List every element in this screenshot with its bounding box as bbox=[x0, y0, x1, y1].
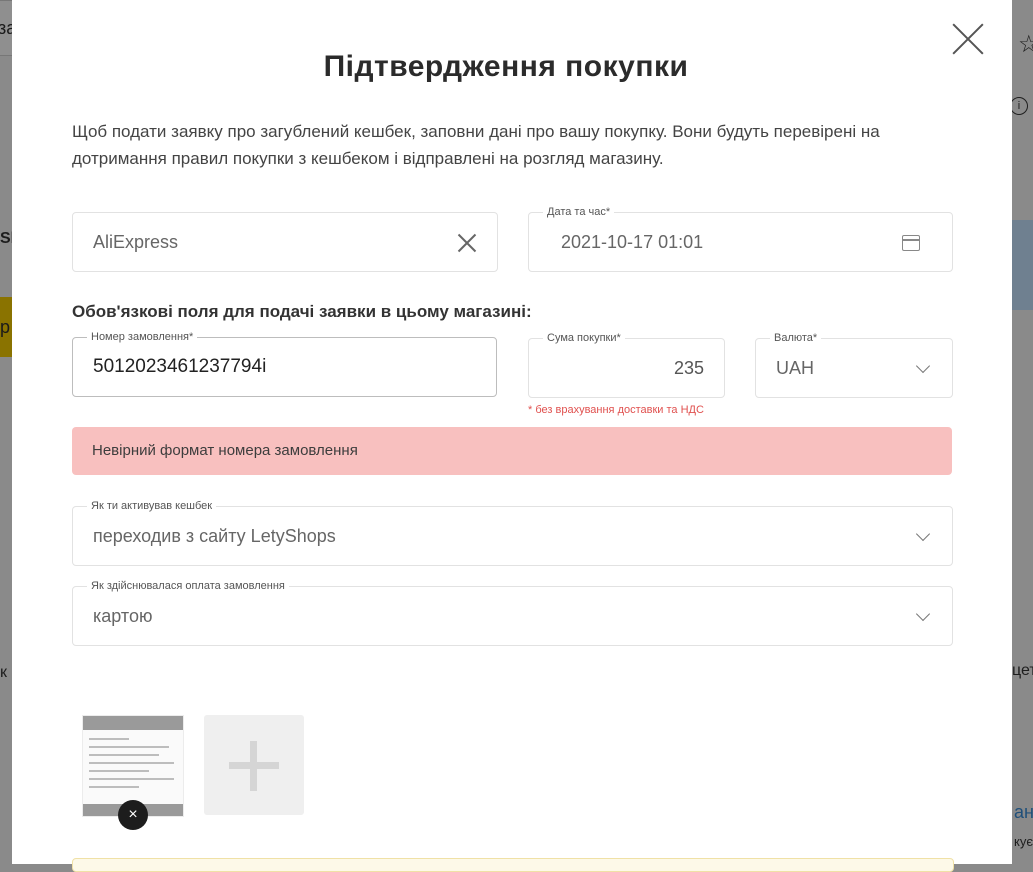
datetime-value: 2021-10-17 01:01 bbox=[561, 232, 704, 252]
amount-value: 235 bbox=[673, 358, 704, 378]
remove-attachment-icon[interactable]: × bbox=[118, 800, 148, 830]
calendar-icon[interactable] bbox=[902, 235, 920, 251]
modal-title: Підтвердження покупки bbox=[323, 50, 689, 83]
modal-intro: Щоб подати заявку про загублений кешбек,… bbox=[72, 122, 880, 168]
info-icon: i bbox=[1010, 97, 1028, 115]
clear-store-icon[interactable] bbox=[457, 233, 477, 253]
payment-select[interactable]: Як здійснювалася оплата замовлення карто… bbox=[72, 579, 953, 646]
background-button: р bbox=[0, 297, 12, 357]
required-fields-heading: Обов'язкові поля для подачі заявки в цьо… bbox=[72, 302, 532, 321]
activation-value: переходив з сайту LetyShops bbox=[93, 526, 336, 546]
store-field[interactable]: AliExpress bbox=[72, 212, 498, 272]
order-number-value: 5012023461237794i bbox=[93, 356, 267, 377]
background-left-text: к bbox=[0, 664, 7, 681]
payment-value: картою bbox=[93, 606, 153, 626]
chevron-down-icon bbox=[915, 526, 931, 542]
store-value: AliExpress bbox=[93, 232, 179, 252]
background-right-text-3: кує bbox=[1014, 834, 1033, 849]
order-number-field[interactable]: Номер замовлення* 5012023461237794i bbox=[72, 330, 497, 397]
amount-field[interactable]: Сума покупки* 235 bbox=[528, 331, 725, 398]
amount-note: * без врахування доставки та НДС bbox=[528, 404, 704, 416]
purchase-confirmation-modal: Підтвердження покупки Щоб подати заявку … bbox=[12, 0, 1012, 872]
star-icon: ☆ bbox=[1018, 31, 1033, 58]
chevron-down-icon bbox=[915, 606, 931, 622]
amount-label: Сума покупки* bbox=[543, 331, 625, 345]
chevron-down-icon bbox=[915, 358, 931, 374]
background-right-text-2: ан bbox=[1014, 802, 1033, 822]
datetime-field[interactable]: Дата та час* 2021-10-17 01:01 bbox=[528, 205, 953, 272]
background-banner bbox=[1011, 220, 1033, 310]
info-banner bbox=[72, 858, 954, 872]
background-right-text-1: цет bbox=[1012, 662, 1033, 679]
currency-value: UAH bbox=[776, 358, 815, 378]
activation-select[interactable]: Як ти активував кешбек переходив з сайту… bbox=[72, 499, 953, 566]
order-number-error: Невірний формат номера замовлення bbox=[72, 427, 952, 475]
add-attachment-button[interactable] bbox=[204, 715, 304, 815]
background-button-text: р bbox=[0, 317, 11, 337]
currency-select[interactable]: Валюта* UAH bbox=[755, 331, 953, 398]
